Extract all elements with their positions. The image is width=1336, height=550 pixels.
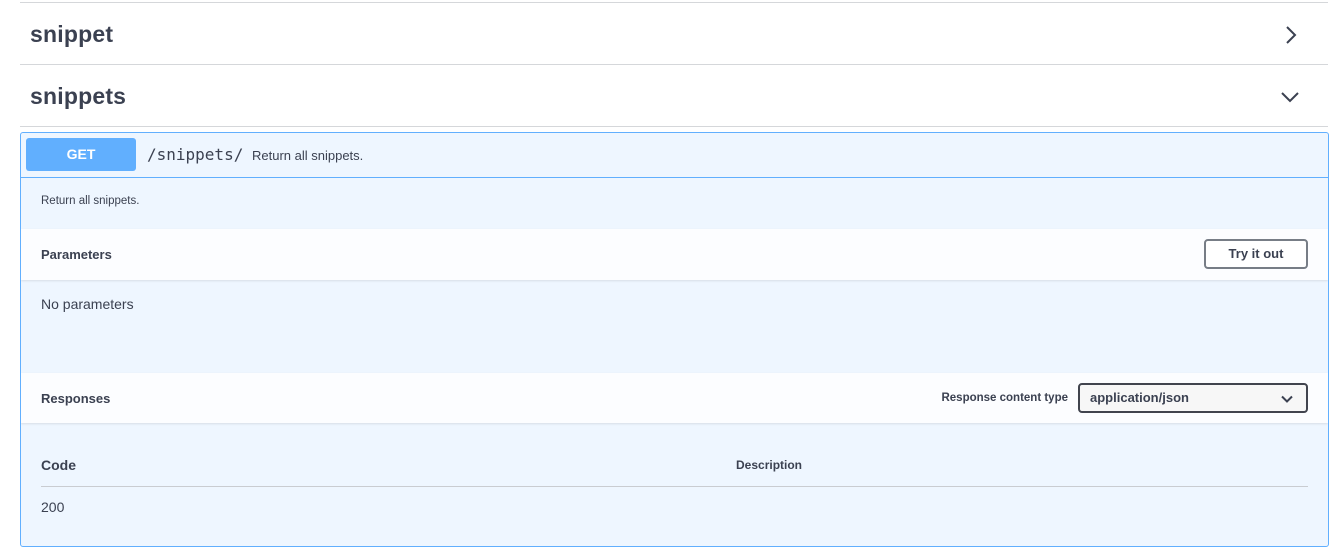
tag-section-snippet[interactable]: snippet xyxy=(20,2,1328,64)
responses-header: Responses Response content type applicat… xyxy=(21,373,1328,423)
tag-title-snippet[interactable]: snippet xyxy=(30,21,113,48)
column-header-code: Code xyxy=(41,457,76,473)
operation-description: Return all snippets. xyxy=(41,195,140,207)
parameters-header: Parameters Try it out xyxy=(21,229,1328,280)
http-method-badge: GET xyxy=(26,138,136,171)
response-code-cell: 200 xyxy=(41,499,65,515)
response-content-type-value: application/json xyxy=(1090,390,1189,405)
chevron-right-icon[interactable] xyxy=(1280,25,1300,45)
try-it-out-button[interactable]: Try it out xyxy=(1204,239,1308,269)
chevron-down-icon xyxy=(1281,395,1293,403)
tag-section-snippets[interactable]: snippets xyxy=(20,64,1328,127)
operation-block-get-snippets: GET /snippets/ Return all snippets. Retu… xyxy=(20,132,1329,547)
no-parameters-text: No parameters xyxy=(41,296,134,312)
swagger-ui-page: snippet snippets GET /snippets/ Return a… xyxy=(0,0,1336,550)
parameters-title: Parameters xyxy=(41,247,112,262)
responses-title: Responses xyxy=(41,391,111,406)
table-header-divider xyxy=(41,486,1308,487)
tag-title-snippets[interactable]: snippets xyxy=(30,83,126,110)
operation-summary-text: Return all snippets. xyxy=(252,148,364,163)
column-header-description: Description xyxy=(736,458,803,472)
response-content-type-select[interactable]: application/json xyxy=(1078,383,1308,413)
chevron-down-icon[interactable] xyxy=(1280,87,1300,107)
operation-summary[interactable]: GET /snippets/ Return all snippets. xyxy=(21,133,1328,178)
operation-path: /snippets/ xyxy=(147,145,244,164)
response-content-type-label: Response content type xyxy=(941,392,1068,404)
